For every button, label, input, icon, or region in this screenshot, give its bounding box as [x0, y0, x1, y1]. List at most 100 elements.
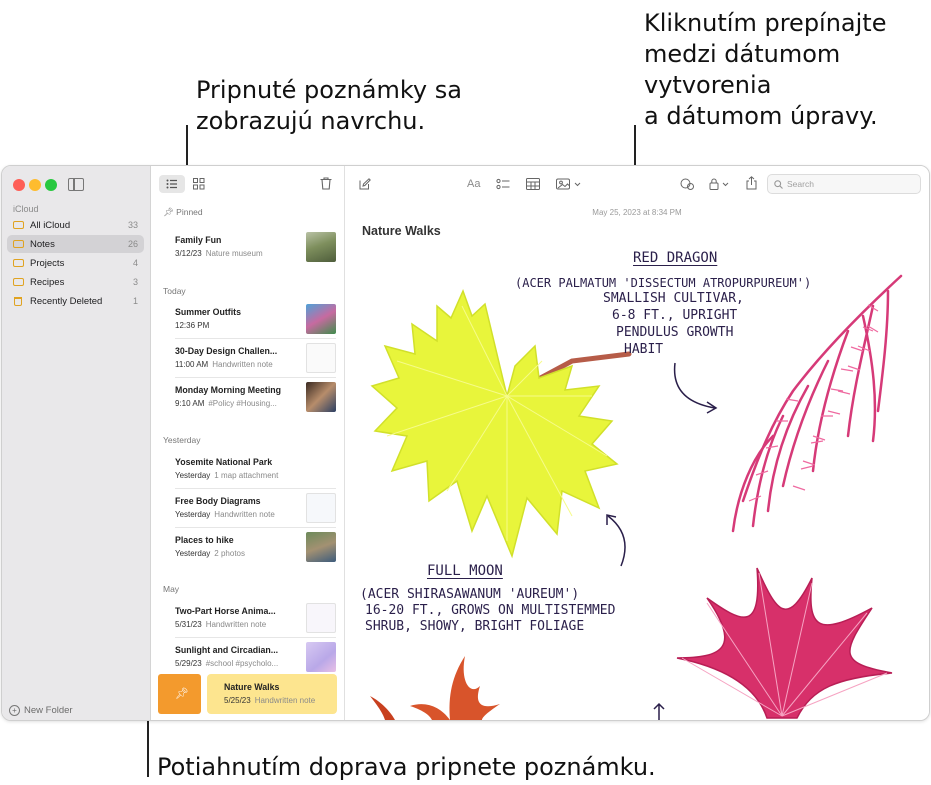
- note-meta: 9:10 AM #Policy #Housing...: [175, 399, 277, 408]
- list-item[interactable]: Free Body Diagrams Yesterday Handwritten …: [163, 489, 336, 527]
- sidebar-item-label: Recipes: [30, 276, 65, 288]
- share-icon[interactable]: [746, 176, 757, 190]
- full-moon-maple-drawing: [676, 567, 893, 719]
- compose-icon[interactable]: [359, 178, 371, 190]
- sidebar-toggle-icon[interactable]: [68, 178, 84, 191]
- list-view-icon: [166, 179, 177, 189]
- delete-trash-icon[interactable]: [320, 177, 332, 190]
- sidebar-item-projects[interactable]: Projects 4: [7, 254, 144, 272]
- list-item[interactable]: 30-Day Design Challen... 11:00 AM Handwri…: [163, 339, 336, 377]
- note-thumbnail: [306, 382, 336, 412]
- note-snippet: 2 photos: [214, 549, 245, 558]
- sidebar-item-recently-deleted[interactable]: Recently Deleted 1: [7, 292, 144, 310]
- list-item[interactable]: Places to hike Yesterday 2 photos: [163, 528, 336, 566]
- note-title: Family Fun: [175, 235, 222, 245]
- note-snippet: Handwritten note: [212, 360, 273, 369]
- note-title: Two-Part Horse Anima...: [175, 606, 276, 616]
- sidebar-item-label: All iCloud: [30, 219, 71, 231]
- close-button[interactable]: [13, 179, 25, 191]
- note-title: Nature Walks: [224, 682, 280, 692]
- note-date: 11:00 AM: [175, 360, 209, 369]
- list-item[interactable]: Monday Morning Meeting 9:10 AM #Policy #H…: [163, 378, 336, 416]
- note-snippet: #Policy #Housing...: [208, 399, 277, 408]
- callout-date-toggle: Kliknutím prepínajte medzi dátumom vytvo…: [644, 9, 887, 130]
- list-item[interactable]: Family Fun 3/12/23 Nature museum: [163, 228, 336, 266]
- note-thumbnail: [306, 493, 336, 523]
- note-snippet: #school #psycholo...: [205, 659, 279, 668]
- orange-leaf-drawing: [370, 656, 500, 720]
- search-placeholder: Search: [787, 179, 814, 189]
- new-folder-label: New Folder: [24, 705, 73, 716]
- group-pinned: 📌︎ Pinned: [163, 207, 203, 218]
- note-date-toggle[interactable]: May 25, 2023 at 8:34 PM: [345, 208, 929, 217]
- plus-circle-icon: +: [9, 705, 20, 716]
- handwriting-red-dragon-line: 6-8 FT., UPRIGHT: [612, 308, 738, 323]
- note-date: 5/25/23: [224, 696, 251, 705]
- pin-icon: 📌︎: [163, 207, 174, 217]
- group-today: Today: [163, 286, 186, 296]
- note-date: Yesterday: [175, 471, 211, 480]
- note-snippet: 1 map attachment: [214, 471, 279, 480]
- note-thumbnail: [306, 532, 336, 562]
- sidebar-item-all-icloud[interactable]: All iCloud 33: [7, 216, 144, 234]
- note-thumbnail: [306, 603, 336, 633]
- search-field[interactable]: Search: [767, 174, 921, 194]
- handwriting-red-dragon-line: PENDULUS GROWTH: [616, 325, 734, 340]
- handwriting-red-dragon-line: SMALLISH CULTIVAR,: [603, 291, 744, 306]
- note-title: Free Body Diagrams: [175, 496, 261, 506]
- note-title: Sunlight and Circadian...: [175, 645, 279, 655]
- group-label: Pinned: [176, 207, 203, 217]
- note-meta: 5/25/23 Handwritten note: [224, 696, 315, 705]
- group-yesterday: Yesterday: [163, 435, 201, 445]
- note-snippet: Handwritten note: [205, 620, 267, 629]
- list-item[interactable]: Two-Part Horse Anima... 5/31/23 Handwritt…: [163, 599, 336, 637]
- red-dragon-maple-drawing: [731, 274, 903, 533]
- list-item[interactable]: Sunlight and Circadian... 5/29/23 #school…: [163, 638, 336, 676]
- table-icon[interactable]: [526, 178, 540, 190]
- leader-swipe: [147, 717, 149, 777]
- checklist-icon[interactable]: [496, 178, 510, 190]
- handwriting-full-moon-line: SHRUB, SHOWY, BRIGHT FOLIAGE: [365, 619, 585, 634]
- note-thumbnail: [306, 232, 336, 262]
- sidebar-item-count: 3: [132, 277, 138, 287]
- gallery-view-icon[interactable]: [193, 178, 205, 190]
- sidebar-item-count: 33: [127, 220, 138, 230]
- note-date: 12:36 PM: [175, 321, 210, 330]
- new-folder-button[interactable]: + New Folder: [9, 705, 73, 716]
- list-item-selected[interactable]: Nature Walks 5/25/23 Handwritten note: [207, 674, 337, 714]
- note-snippet: Handwritten note: [254, 696, 316, 705]
- note-thumbnail: [306, 642, 336, 672]
- yellow-maple-leaf-drawing: [370, 288, 632, 559]
- sidebar-item-count: 26: [127, 239, 138, 249]
- media-icon[interactable]: [556, 178, 582, 190]
- sidebar-item-recipes[interactable]: Recipes 3: [7, 273, 144, 291]
- collaborate-icon[interactable]: [680, 178, 694, 190]
- note-title: Summer Outfits: [175, 307, 241, 317]
- zoom-button[interactable]: [45, 179, 57, 191]
- arrow-to-red-dragon: [673, 362, 718, 414]
- list-view-button[interactable]: [159, 175, 185, 193]
- note-thumbnail: [306, 304, 336, 334]
- sidebar-item-count: 1: [132, 296, 138, 306]
- minimize-button[interactable]: [29, 179, 41, 191]
- lock-icon[interactable]: [709, 178, 731, 190]
- list-item[interactable]: Yosemite National Park Yesterday 1 map at…: [163, 450, 336, 488]
- pin-swipe-action[interactable]: 📌︎: [158, 674, 201, 714]
- sidebar-item-notes[interactable]: Notes 26: [7, 235, 144, 253]
- pin-icon: 📌︎: [175, 688, 189, 700]
- sidebar-item-count: 4: [132, 258, 138, 268]
- folder-icon: [13, 259, 24, 267]
- callout-pinned: Pripnuté poznámky sa zobrazujú navrchu.: [196, 76, 462, 135]
- sidebar-item-label: Notes: [30, 238, 55, 250]
- list-item[interactable]: Summer Outfits 12:36 PM: [163, 300, 336, 338]
- note-snippet: Nature museum: [205, 249, 263, 258]
- handwriting-full-moon-line: (ACER SHIRASAWANUM 'AUREUM'): [360, 587, 580, 602]
- note-title: Yosemite National Park: [175, 457, 273, 467]
- note-date: Yesterday: [175, 510, 211, 519]
- handwriting-red-dragon-line: HABIT: [624, 342, 664, 357]
- folder-icon: [13, 240, 24, 248]
- trash-icon: [14, 296, 22, 306]
- notes-list: 📌︎ Pinned Family Fun 3/12/23 Nature museu…: [151, 166, 345, 720]
- arrow-to-yellow-leaf: [606, 514, 626, 567]
- format-button[interactable]: Aa: [467, 178, 480, 190]
